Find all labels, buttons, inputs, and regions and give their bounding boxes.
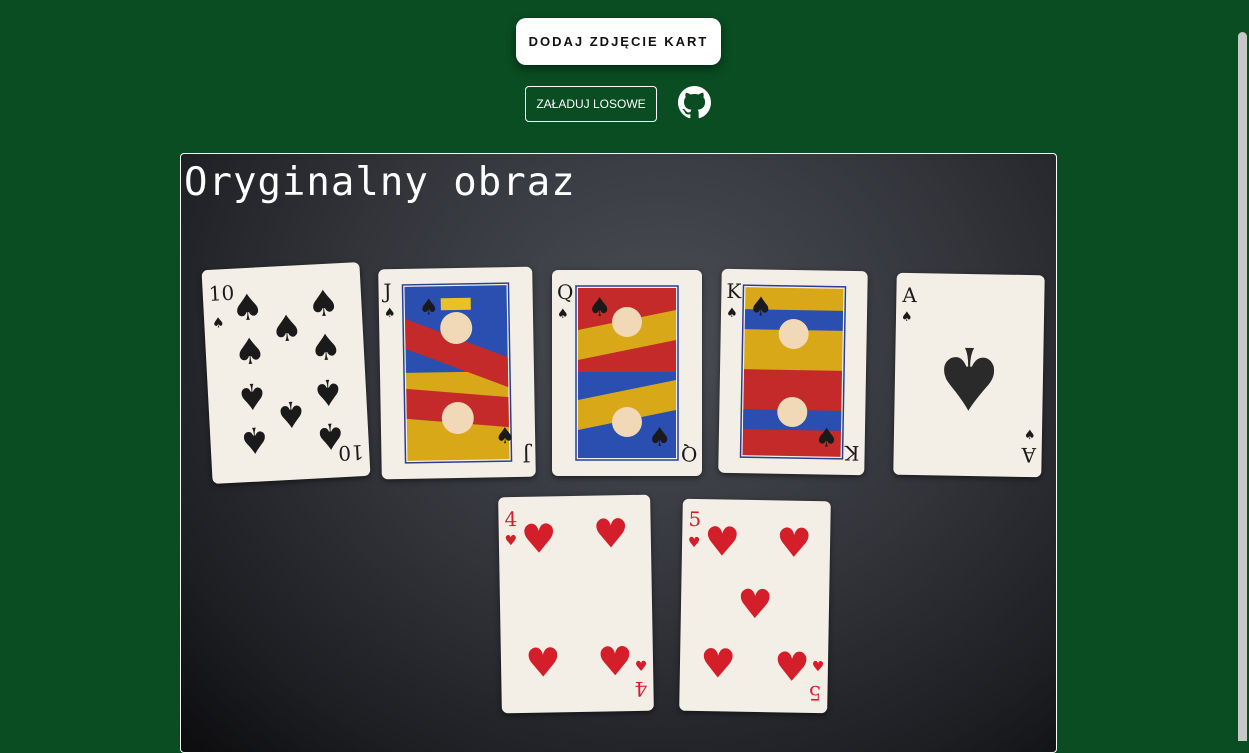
svg-text:♠: ♠ <box>901 310 913 325</box>
svg-text:♠: ♠ <box>930 326 1009 427</box>
svg-text:♥: ♥ <box>700 641 737 688</box>
card-10-spades: 10 10 ♠ ♠ ♠ ♠ ♠ ♠ ♠ ♠ ♠ ♠ ♠ <box>201 262 371 484</box>
spade-pips: ♠ ♠ ♠ ♠ ♠ ♠ ♠ ♠ ♠ ♠ ♠ <box>212 283 348 461</box>
load-random-button[interactable]: ZAŁADUJ LOSOWE <box>525 86 657 122</box>
svg-text:♠: ♠ <box>235 374 269 417</box>
jack-face: ♠ ♠ ♠ <box>384 282 515 464</box>
scrollbar-thumb[interactable] <box>1238 32 1247 741</box>
svg-text:♥: ♥ <box>776 520 813 567</box>
svg-text:♥: ♥ <box>521 516 558 563</box>
svg-text:♥: ♥ <box>737 582 774 629</box>
card-5-hearts: 5 5 ♥ ♥ ♥ ♥ ♥ ♥ ♥ <box>679 498 831 714</box>
svg-text:♠: ♠ <box>274 392 308 435</box>
card-ace-spades: A A ♠ ♠ ♠ <box>893 272 1045 478</box>
heart-pips: ♥ ♥ ♥ ♥ ♥ ♥ ♥ <box>688 519 825 691</box>
ace-face: ♠ ♠ ♠ <box>901 310 1036 443</box>
svg-text:♠: ♠ <box>309 327 343 370</box>
heart-pips: ♥ ♥ ♥ ♥ ♥ ♥ <box>504 511 648 687</box>
svg-text:♠: ♠ <box>270 308 304 351</box>
svg-text:♥: ♥ <box>592 511 629 558</box>
card-queen-spades: Q Q ♠ ♠ ♠ <box>552 270 702 476</box>
svg-text:♥: ♥ <box>704 519 741 566</box>
svg-text:♠: ♠ <box>311 370 345 413</box>
add-photo-button[interactable]: DODAJ ZDJĘCIE KART <box>516 18 721 65</box>
original-image: Oryginalny obraz 10 10 ♠ ♠ ♠ ♠ ♠ ♠ ♠ ♠ ♠ ♠ ♠… <box>180 153 1057 753</box>
svg-text:♠: ♠ <box>495 424 515 449</box>
svg-text:♥: ♥ <box>812 659 825 675</box>
scrollbar[interactable] <box>1237 0 1249 741</box>
svg-text:♠: ♠ <box>557 307 569 322</box>
svg-text:♠: ♠ <box>230 287 264 330</box>
svg-text:♠: ♠ <box>749 292 773 322</box>
svg-text:♠: ♠ <box>1024 428 1036 443</box>
card-jack-spades: J J ♠ ♠ ♠ <box>378 266 536 480</box>
svg-text:♥: ♥ <box>525 640 562 687</box>
card-king-spades: K K ♠ ♠ ♠ <box>718 268 868 476</box>
svg-text:♠: ♠ <box>306 283 340 326</box>
svg-text:♠: ♠ <box>313 414 347 457</box>
svg-text:♠: ♠ <box>419 295 439 320</box>
svg-text:♠: ♠ <box>233 331 267 374</box>
github-link[interactable] <box>678 86 711 119</box>
svg-text:♥: ♥ <box>774 644 811 691</box>
svg-text:♥: ♥ <box>688 535 701 551</box>
svg-text:♠: ♠ <box>815 423 839 453</box>
svg-text:♠: ♠ <box>237 418 271 461</box>
svg-text:♠: ♠ <box>588 293 611 323</box>
image-caption: Oryginalny obraz <box>184 160 576 205</box>
svg-text:♥: ♥ <box>635 659 648 675</box>
king-face: ♠ ♠ ♠ <box>726 284 847 460</box>
svg-text:♠: ♠ <box>648 423 671 453</box>
svg-text:♠: ♠ <box>384 306 396 321</box>
svg-text:♥: ♥ <box>597 639 634 686</box>
svg-text:♥: ♥ <box>504 533 517 549</box>
svg-text:♠: ♠ <box>726 306 738 321</box>
svg-text:♠: ♠ <box>212 315 225 332</box>
github-icon <box>678 86 711 119</box>
card-4-hearts: 4 4 ♥ ♥ ♥ ♥ ♥ ♥ <box>498 494 654 714</box>
queen-face: ♠ ♠ ♠ <box>557 285 679 461</box>
